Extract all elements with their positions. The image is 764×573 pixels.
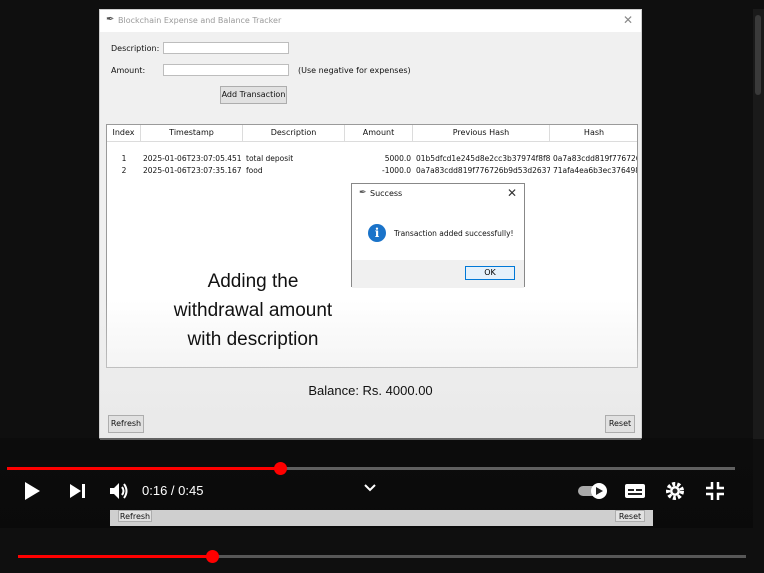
- description-label: Description:: [111, 44, 160, 53]
- cell-index: 2: [121, 166, 127, 175]
- next-icon[interactable]: [68, 482, 88, 500]
- feather-icon: ✒: [359, 188, 367, 198]
- dialog-title: Success: [370, 189, 403, 198]
- cell-amount: 5000.0: [384, 154, 411, 163]
- progress-bar[interactable]: [7, 462, 735, 475]
- reset-button[interactable]: Reset: [615, 510, 645, 522]
- amount-hint: (Use negative for expenses): [298, 66, 411, 75]
- column-header[interactable]: Amount: [345, 125, 413, 141]
- cell-index: 1: [121, 154, 127, 163]
- refresh-button[interactable]: Refresh: [118, 510, 152, 522]
- video-frame[interactable]: ✒ Blockchain Expense and Balance Tracker…: [0, 0, 764, 573]
- app-window: ✒ Blockchain Expense and Balance Tracker…: [99, 9, 642, 440]
- close-icon[interactable]: ✕: [623, 13, 633, 27]
- feather-icon: ✒: [106, 14, 115, 25]
- column-header[interactable]: Index: [107, 125, 141, 141]
- volume-icon[interactable]: [108, 481, 130, 501]
- table-row[interactable]: 1 2025-01-06T23:07:05.451842 total depos…: [107, 153, 637, 165]
- scrubber-handle[interactable]: [206, 550, 220, 563]
- subtitles-icon[interactable]: [624, 482, 646, 500]
- cell-description: total deposit: [246, 154, 294, 163]
- amount-label: Amount:: [111, 66, 146, 75]
- reset-button[interactable]: Reset: [605, 415, 635, 433]
- success-dialog: ✒ Success ✕ i Transaction added successf…: [351, 183, 525, 288]
- table-header: Index Timestamp Description Amount Previ…: [107, 125, 637, 142]
- scrubber-handle[interactable]: [274, 462, 287, 475]
- cell-previous-hash: 01b5dfcd1e245d8e2cc3b37974f8f8d1: [416, 154, 550, 163]
- progress-fill: [7, 467, 280, 470]
- gear-icon[interactable]: [664, 480, 686, 502]
- cell-amount: -1000.0: [382, 166, 411, 175]
- window-titlebar: ✒ Blockchain Expense and Balance Tracker…: [100, 10, 641, 32]
- table-row[interactable]: 2 2025-01-06T23:07:35.167353 food -1000.…: [107, 165, 637, 177]
- cell-description: food: [246, 166, 263, 175]
- cell-timestamp: 2025-01-06T23:07:35.167353: [143, 166, 241, 175]
- caption-line: withdrawal amount: [173, 300, 333, 321]
- dialog-message: Transaction added successfully!: [394, 229, 514, 238]
- close-icon[interactable]: ✕: [507, 186, 517, 200]
- scrollbar-thumb[interactable]: [755, 15, 761, 95]
- autoplay-toggle-icon[interactable]: [577, 482, 611, 500]
- window-title: Blockchain Expense and Balance Tracker: [118, 16, 282, 25]
- caption-line: with description: [187, 329, 319, 350]
- dialog-footer: OK: [352, 260, 524, 288]
- column-header[interactable]: Description: [243, 125, 345, 141]
- time-display: 0:16 / 0:45: [142, 483, 204, 498]
- exit-fullscreen-icon[interactable]: [704, 480, 726, 502]
- cell-timestamp: 2025-01-06T23:07:05.451842: [143, 154, 241, 163]
- info-icon: i: [368, 224, 386, 242]
- cell-hash: 0a7a83cdd819f776726b9: [553, 154, 637, 163]
- column-header[interactable]: Previous Hash: [413, 125, 550, 141]
- amount-input[interactable]: [163, 64, 289, 76]
- description-input[interactable]: [163, 42, 289, 54]
- ghost-frame-strip: Refresh Reset: [110, 510, 653, 526]
- refresh-button[interactable]: Refresh: [108, 415, 144, 433]
- balance-label: Balance: Rs. 4000.00: [308, 383, 433, 398]
- add-transaction-button[interactable]: Add Transaction: [220, 86, 287, 104]
- progress-fill: [18, 555, 213, 558]
- dialog-titlebar: ✒ Success ✕: [352, 184, 524, 204]
- chevron-down-icon[interactable]: [363, 482, 377, 494]
- ok-button[interactable]: OK: [465, 266, 515, 280]
- cell-previous-hash: 0a7a83cdd819f776726b9d53d2637dfc: [416, 166, 550, 175]
- play-icon[interactable]: [22, 480, 42, 502]
- secondary-progress-bar[interactable]: [18, 550, 746, 563]
- column-header[interactable]: Timestamp: [141, 125, 243, 141]
- page-scrollbar[interactable]: [753, 9, 764, 439]
- cell-hash: 71afa4ea6b3ec3764986f: [553, 166, 637, 175]
- column-header[interactable]: Hash: [550, 125, 637, 141]
